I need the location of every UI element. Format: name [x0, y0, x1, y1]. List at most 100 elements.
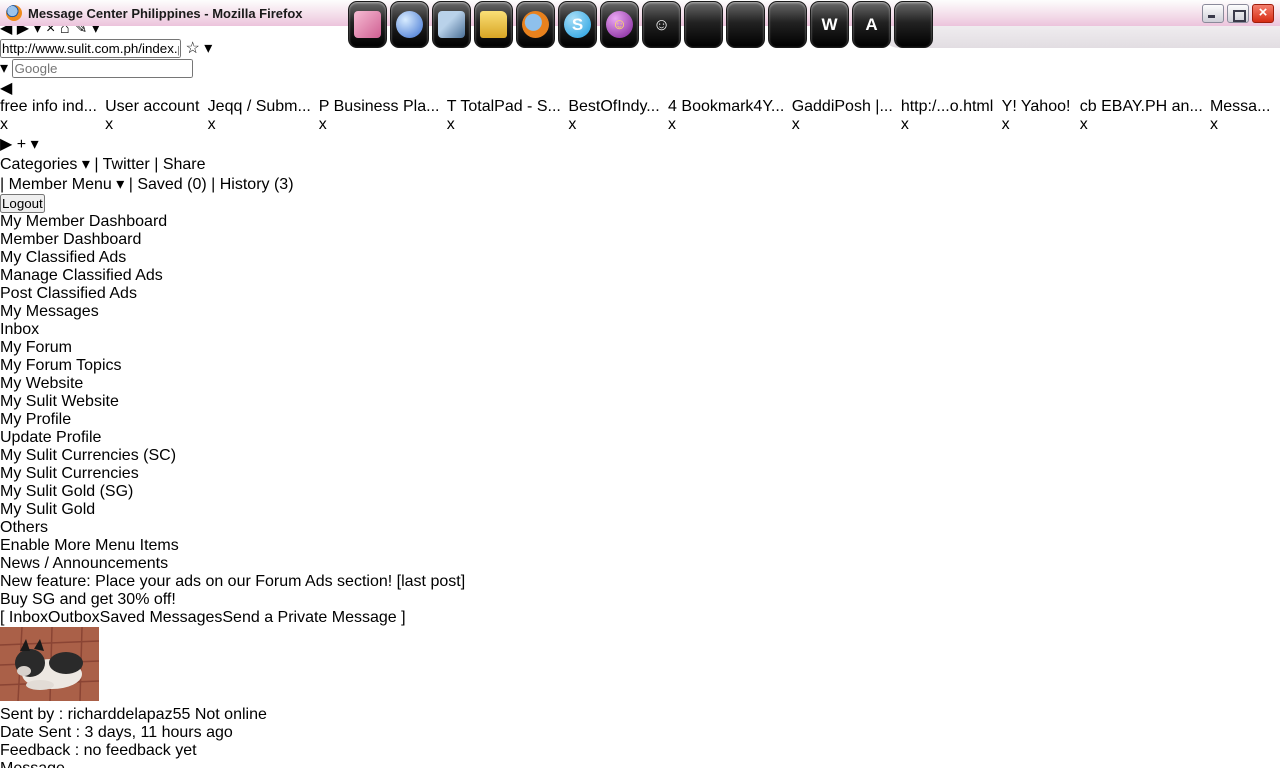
launcher-icon-glyph: A [858, 11, 885, 38]
launcher-icon[interactable] [390, 1, 429, 48]
message-nav-link[interactable]: Outbox [48, 609, 100, 626]
sidebar-item[interactable]: Enable More Menu Items [0, 537, 1280, 555]
sidebar-item[interactable]: My Classified Ads [0, 249, 1280, 267]
browser-tab[interactable]: http:/...o.html x [901, 98, 1002, 134]
tab-scroll-left-icon[interactable]: ◀ [0, 80, 12, 97]
browser-tab[interactable]: BestOfIndy... x [568, 98, 668, 134]
sidebar-item[interactable]: Inbox [0, 321, 1280, 339]
tab-close-icon[interactable]: x [568, 116, 576, 133]
browser-tab[interactable]: cb EBAY.PH an... x [1080, 98, 1210, 134]
browser-tab[interactable]: free info ind... x [0, 98, 105, 134]
message-nav-link[interactable]: Send a Private Message [222, 609, 396, 626]
browser-tab[interactable]: T TotalPad - S... x [447, 98, 569, 134]
logout-button[interactable]: Logout [0, 194, 45, 213]
launcher-icon-glyph [480, 11, 507, 38]
sidebar-item[interactable]: My Sulit Website [0, 393, 1280, 411]
launcher-icon[interactable]: W [810, 1, 849, 48]
message-nav-link[interactable]: Inbox [9, 609, 48, 626]
tab-close-icon[interactable]: x [105, 116, 113, 133]
news-item[interactable]: New feature: Place your ads on our Forum… [0, 573, 1280, 591]
sidebar-item[interactable]: My Website [0, 375, 1280, 393]
tab-label: Messa... [1210, 98, 1270, 115]
categories-menu[interactable]: Categories [0, 156, 77, 173]
sidebar-item[interactable]: Update Profile [0, 429, 1280, 447]
url-input[interactable] [0, 39, 181, 58]
launcher-icon[interactable] [516, 1, 555, 48]
launcher-icon[interactable]: S [558, 1, 597, 48]
tab-close-icon[interactable]: x [1002, 116, 1010, 133]
list-all-tabs-icon[interactable]: ▾ [31, 136, 39, 153]
history-link[interactable]: History (3) [220, 176, 294, 193]
launcher-icon-glyph: S [564, 11, 591, 38]
browser-tab[interactable]: Messa... x [1210, 98, 1280, 134]
launcher-icon[interactable] [348, 1, 387, 48]
tab-close-icon[interactable]: x [1080, 116, 1088, 133]
sent-by-label: Sent by [0, 706, 54, 723]
member-menu[interactable]: Member Menu [9, 176, 112, 193]
sidebar-item[interactable]: My Sulit Gold [0, 501, 1280, 519]
sidebar-item[interactable]: My Member Dashboard [0, 213, 1280, 231]
share-link[interactable]: Share [163, 156, 206, 173]
search-engine-dropdown-icon[interactable]: ▾ [0, 60, 8, 77]
tab-close-icon[interactable]: x [1210, 116, 1218, 133]
launcher-icon[interactable] [474, 1, 513, 48]
tab-label: Business Pla... [334, 98, 440, 115]
launcher-icon[interactable] [894, 1, 933, 48]
sidebar-item[interactable]: Others [0, 519, 1280, 537]
browser-tab[interactable]: P Business Pla... x [319, 98, 447, 134]
sidebar-item[interactable]: My Sulit Gold (SG) [0, 483, 1280, 501]
tab-strip-controls: ▶ + ▾ [0, 134, 1280, 154]
news-last-post[interactable]: [last post] [397, 573, 465, 590]
tab-close-icon[interactable]: x [0, 116, 8, 133]
tab-scroll-right-icon[interactable]: ▶ [0, 136, 12, 153]
launcher-icon[interactable] [684, 1, 723, 48]
news-item[interactable]: Buy SG and get 30% off! [0, 591, 1280, 609]
restore-button[interactable] [1227, 4, 1249, 23]
page-viewport: Categories ▾ | Twitter | Share | Member … [0, 154, 1280, 768]
sidebar-item[interactable]: My Messages [0, 303, 1280, 321]
tab-close-icon[interactable]: x [208, 116, 216, 133]
tab-close-icon[interactable]: x [319, 116, 327, 133]
browser-tab[interactable]: 4 Bookmark4Y... x [668, 98, 792, 134]
sidebar-item[interactable]: Post Classified Ads [0, 285, 1280, 303]
sender-username-link[interactable]: richarddelapaz55 [68, 706, 191, 723]
launcher-icon-glyph [438, 11, 465, 38]
window-controls [1202, 4, 1274, 23]
launcher-icon-glyph [732, 11, 759, 38]
tab-label: EBAY.PH an... [1101, 98, 1203, 115]
url-dropdown-icon[interactable]: ▾ [204, 40, 212, 57]
launcher-icon[interactable] [768, 1, 807, 48]
launcher-icon[interactable] [726, 1, 765, 48]
browser-tab[interactable]: User account x [105, 98, 208, 134]
tab-label: free info ind... [0, 98, 97, 115]
sidebar-item[interactable]: My Forum [0, 339, 1280, 357]
sidebar-item[interactable]: Manage Classified Ads [0, 267, 1280, 285]
close-button[interactable] [1252, 4, 1274, 23]
browser-tab[interactable]: Y! Yahoo! x [1002, 98, 1080, 134]
tab-close-icon[interactable]: x [668, 116, 676, 133]
sidebar-item[interactable]: My Profile [0, 411, 1280, 429]
tab-close-icon[interactable]: x [792, 116, 800, 133]
bookmark-star-icon[interactable]: ☆ [185, 40, 199, 57]
browser-tab[interactable]: Jeqq / Subm... x [208, 98, 319, 134]
new-tab-button[interactable]: + [17, 136, 26, 153]
saved-link[interactable]: Saved (0) [137, 176, 206, 193]
sidebar-item[interactable]: Member Dashboard [0, 231, 1280, 249]
launcher-icon[interactable] [432, 1, 471, 48]
sidebar-item[interactable]: My Sulit Currencies [0, 465, 1280, 483]
launcher-icon[interactable]: ☺ [600, 1, 639, 48]
search-input[interactable] [12, 59, 193, 78]
minimize-button[interactable] [1202, 4, 1224, 23]
launcher-icon[interactable]: A [852, 1, 891, 48]
launcher-icon[interactable]: ☺ [642, 1, 681, 48]
message-nav-link[interactable]: Saved Messages [100, 609, 223, 626]
news-link[interactable]: Buy SG and get 30% off! [0, 591, 176, 608]
message-nav-links: InboxOutboxSaved MessagesSend a Private … [9, 609, 397, 626]
tab-close-icon[interactable]: x [447, 116, 455, 133]
browser-tab[interactable]: GaddiPosh |... x [792, 98, 901, 134]
sidebar-item[interactable]: My Sulit Currencies (SC) [0, 447, 1280, 465]
twitter-link[interactable]: Twitter [103, 156, 150, 173]
news-link[interactable]: New feature: Place your ads on our Forum… [0, 573, 392, 590]
tab-close-icon[interactable]: x [901, 116, 909, 133]
sidebar-item[interactable]: My Forum Topics [0, 357, 1280, 375]
